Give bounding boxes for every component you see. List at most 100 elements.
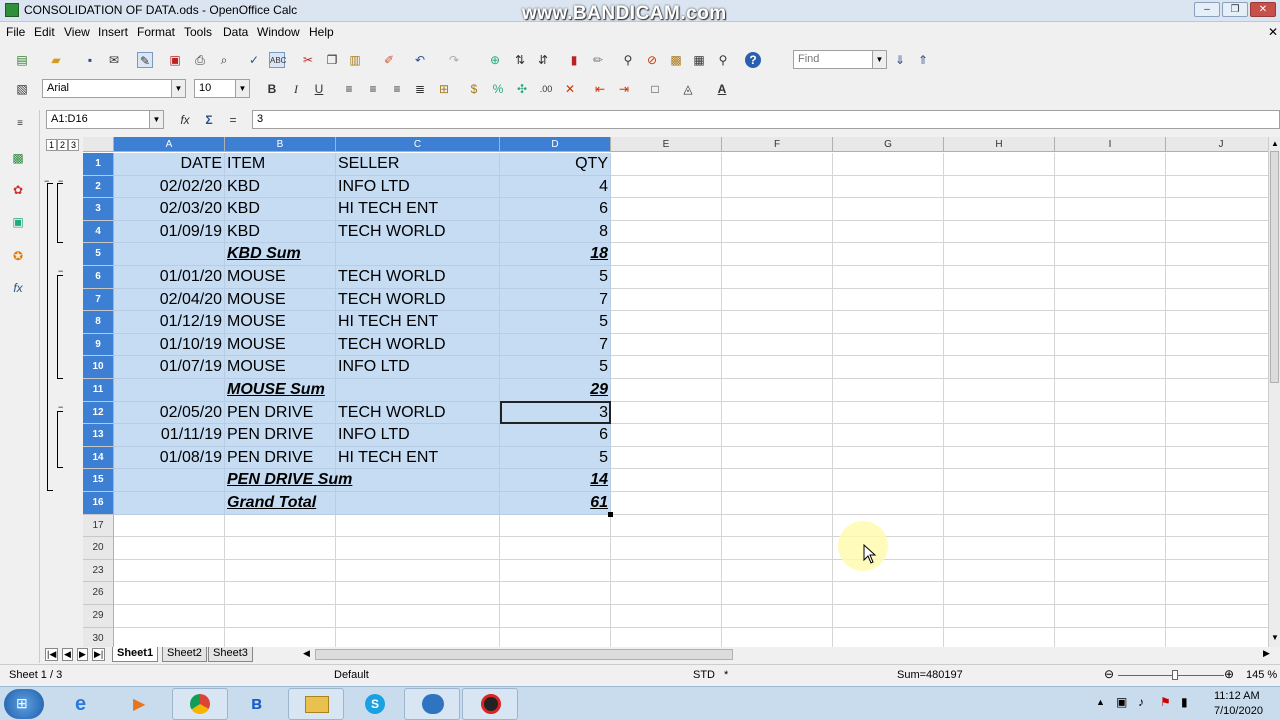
font-size-select[interactable]: 10 ▼ [194, 79, 250, 98]
empty-cell[interactable] [944, 627, 1055, 647]
empty-cell[interactable] [1166, 424, 1268, 447]
cell-c10[interactable]: INFO LTD [336, 356, 500, 379]
column-header-h[interactable]: H [944, 137, 1055, 152]
redo-icon[interactable]: ↷ [446, 52, 462, 68]
empty-cell[interactable] [1166, 560, 1268, 583]
empty-cell[interactable] [722, 288, 833, 312]
row-header[interactable]: 13 [83, 424, 114, 447]
cell-b10[interactable]: MOUSE [225, 356, 336, 379]
cell-a5[interactable] [114, 243, 225, 266]
collapse-icon[interactable]: − [58, 402, 63, 412]
chevron-down-icon[interactable]: ▼ [149, 111, 163, 128]
cell-d14[interactable]: 5 [500, 446, 611, 470]
taskbar-skype[interactable]: S [346, 688, 402, 720]
draw-functions-icon[interactable]: ✏ [590, 52, 606, 68]
cell-c14[interactable]: HI TECH ENT [336, 446, 500, 470]
first-sheet-icon[interactable]: |◀ [45, 648, 59, 661]
empty-cell[interactable] [944, 243, 1055, 266]
cell-a3[interactable]: 02/03/20 [114, 198, 225, 221]
empty-cell[interactable] [833, 175, 944, 199]
empty-cell[interactable] [833, 469, 944, 492]
empty-cell[interactable] [225, 605, 336, 628]
column-header-i[interactable]: I [1055, 137, 1166, 152]
scroll-right-icon[interactable]: ▶ [1263, 648, 1270, 659]
empty-cell[interactable] [1166, 289, 1268, 312]
cell-c6[interactable]: TECH WORLD [336, 266, 500, 289]
menu-file[interactable]: File [6, 25, 25, 39]
scroll-down-icon[interactable]: ▼ [1271, 633, 1279, 642]
taskbar-bandicam[interactable] [462, 688, 518, 720]
copy-icon[interactable]: ❐ [324, 52, 340, 68]
hyperlink-icon[interactable]: ⊕ [487, 52, 503, 68]
empty-cell[interactable] [225, 627, 336, 647]
formula-input[interactable]: 3 [252, 110, 1280, 129]
cell-c3[interactable]: HI TECH ENT [336, 198, 500, 221]
empty-cell[interactable] [611, 537, 722, 560]
merge-cells-icon[interactable]: ⊞ [436, 81, 452, 97]
empty-cell[interactable] [722, 582, 833, 605]
menu-tools[interactable]: Tools [184, 25, 212, 39]
row-header[interactable]: 2 [83, 175, 114, 199]
row-header[interactable]: 3 [83, 198, 114, 221]
empty-cell[interactable] [833, 356, 944, 379]
column-header-a[interactable]: A [114, 137, 225, 152]
menu-view[interactable]: View [64, 25, 90, 39]
empty-cell[interactable] [1055, 220, 1166, 244]
empty-cell[interactable] [336, 627, 500, 647]
sort-descending-icon[interactable]: ⇵ [535, 52, 551, 68]
empty-cell[interactable] [1055, 537, 1166, 560]
decrease-indent-icon[interactable]: ⇤ [592, 81, 608, 97]
chevron-down-icon[interactable]: ▼ [872, 51, 886, 68]
empty-cell[interactable] [722, 379, 833, 402]
edit-file-icon[interactable]: ✎ [137, 52, 153, 68]
page-style[interactable]: Default [334, 669, 369, 681]
column-header-e[interactable]: E [611, 137, 722, 152]
clock-time[interactable]: 11:12 AM [1214, 690, 1260, 702]
empty-cell[interactable] [1166, 605, 1268, 628]
cell-a4[interactable]: 01/09/19 [114, 220, 225, 244]
cell-b6[interactable]: MOUSE [225, 266, 336, 289]
paste-icon[interactable]: ▥ [347, 52, 363, 68]
row-header[interactable]: 11 [83, 379, 114, 402]
taskbar-chrome[interactable] [172, 688, 228, 720]
delete-decimal-icon[interactable]: ✕ [562, 81, 578, 97]
empty-cell[interactable] [225, 582, 336, 605]
empty-cell[interactable] [1166, 379, 1268, 402]
close-window-button[interactable]: ✕ [1250, 2, 1276, 17]
empty-cell[interactable] [1055, 492, 1166, 515]
cell-a12[interactable]: 02/05/20 [114, 401, 225, 425]
empty-cell[interactable] [1055, 401, 1166, 425]
close-document-icon[interactable]: ✕ [1268, 25, 1278, 39]
empty-cell[interactable] [1055, 469, 1166, 492]
cell-c15[interactable] [336, 469, 500, 492]
empty-cell[interactable] [833, 627, 944, 647]
cell-a16[interactable] [114, 492, 225, 515]
selection-sum[interactable]: Sum=480197 [897, 669, 963, 681]
row-header[interactable]: 12 [83, 401, 114, 425]
cell-a15[interactable] [114, 469, 225, 492]
help-icon[interactable]: ? [745, 52, 761, 68]
open-icon[interactable]: ▰ [48, 52, 64, 68]
collapse-icon[interactable]: − [58, 176, 63, 186]
sheet-tab-1[interactable]: Sheet1 [112, 647, 159, 662]
cell-d6[interactable]: 5 [500, 266, 611, 289]
empty-cell[interactable] [1166, 447, 1268, 470]
cell-a2[interactable]: 02/02/20 [114, 175, 225, 199]
empty-cell[interactable] [225, 559, 336, 583]
empty-cell[interactable] [722, 198, 833, 221]
empty-cell[interactable] [833, 333, 944, 357]
column-header-b[interactable]: B [225, 137, 336, 152]
empty-cell[interactable] [500, 559, 611, 583]
empty-cell[interactable] [944, 175, 1055, 199]
empty-cell[interactable] [1055, 605, 1166, 628]
empty-cell[interactable] [1055, 446, 1166, 470]
empty-cell[interactable] [944, 333, 1055, 357]
empty-cell[interactable] [944, 266, 1055, 289]
empty-cell[interactable] [1166, 402, 1268, 425]
empty-cell[interactable] [114, 582, 225, 605]
cell-d9[interactable]: 7 [500, 333, 611, 357]
cell-c16[interactable] [336, 492, 500, 515]
undo-icon[interactable]: ↶ [412, 52, 428, 68]
empty-cell[interactable] [611, 469, 722, 492]
empty-cell[interactable] [1166, 492, 1268, 515]
